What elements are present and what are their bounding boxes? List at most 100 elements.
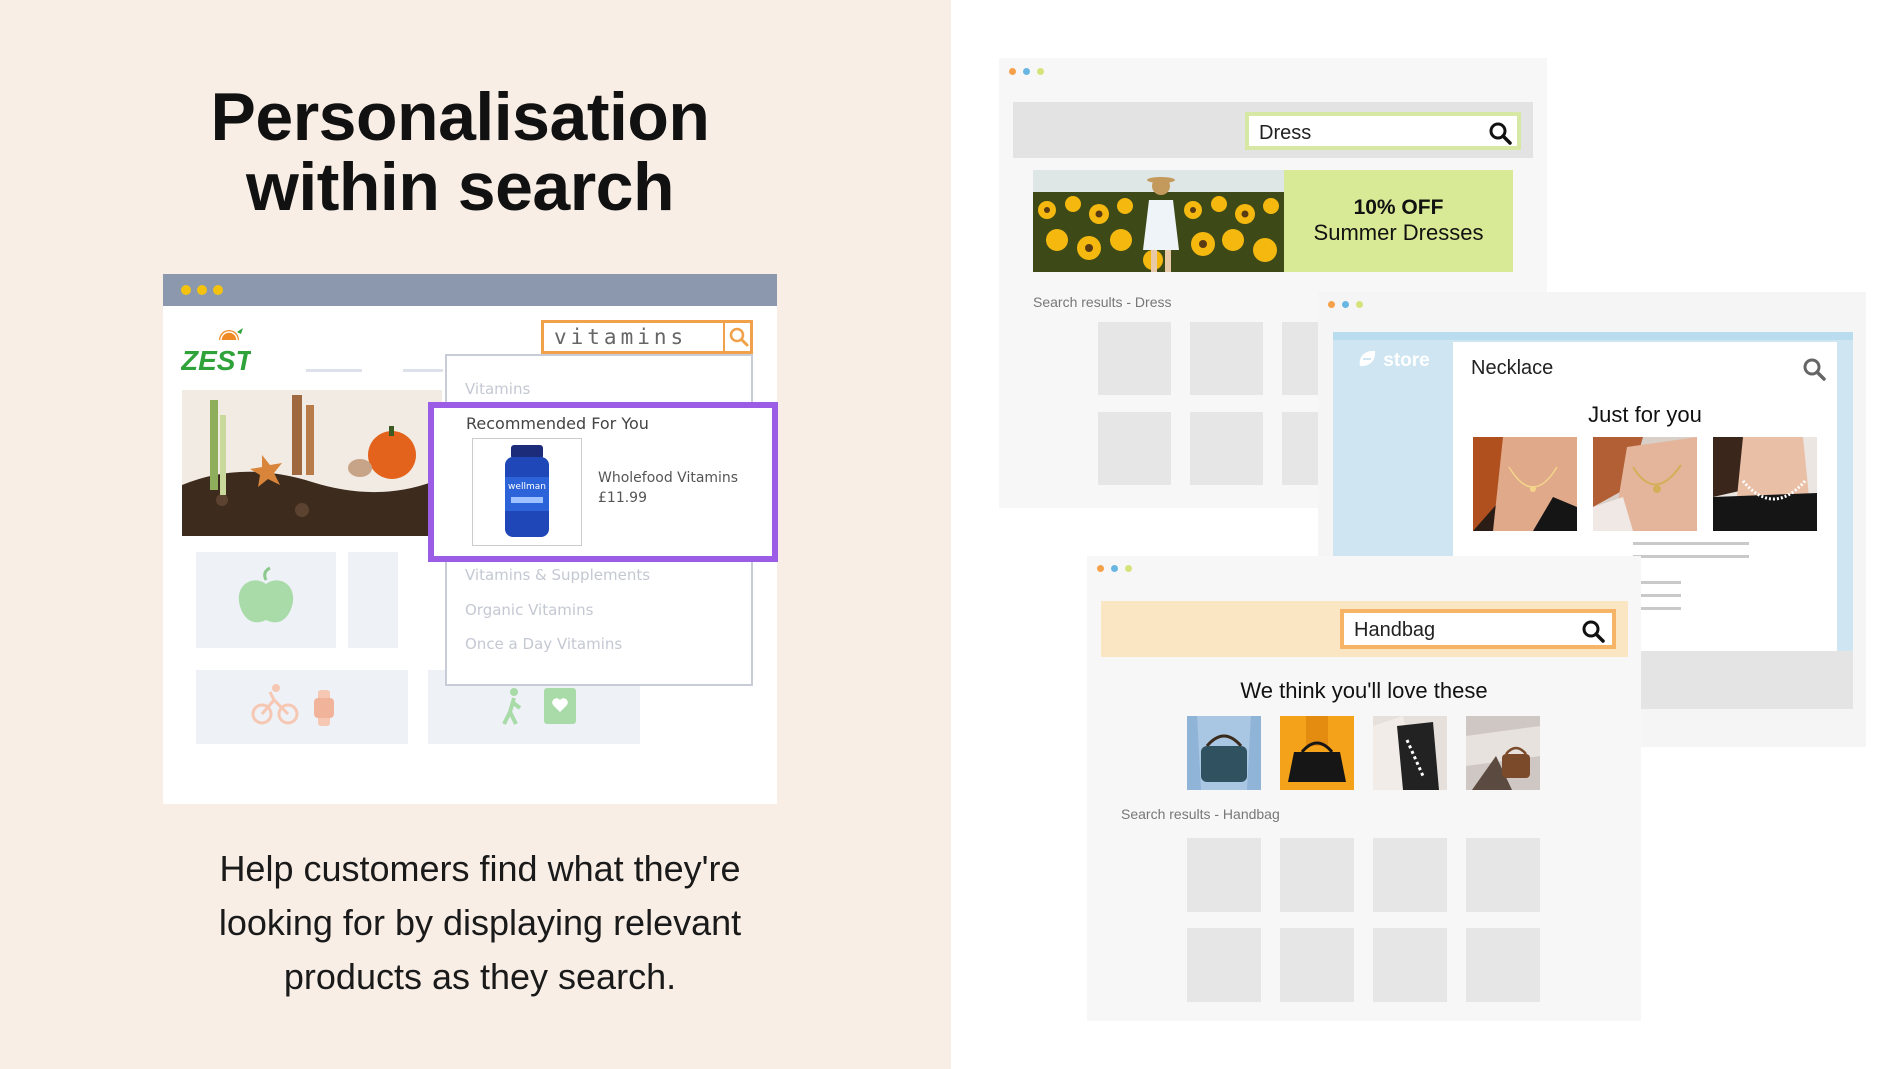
text-line-placeholder <box>1633 555 1749 558</box>
search-icon[interactable] <box>1487 120 1513 146</box>
necklace-product-image[interactable] <box>1593 437 1697 531</box>
window-dot <box>1328 301 1335 308</box>
search-icon[interactable] <box>1580 618 1606 644</box>
sunflower-banner-image[interactable] <box>1033 170 1284 272</box>
handbag-product-image[interactable] <box>1187 716 1261 790</box>
sunflower-field-image <box>1033 170 1284 272</box>
product-placeholder[interactable] <box>1190 412 1263 485</box>
product-placeholder[interactable] <box>1282 412 1318 485</box>
headline: Personalisation within search <box>120 82 800 222</box>
zest-browser-mockup: ZEST vitamins Vitamins Vitamins & Supple… <box>163 274 778 804</box>
promo-discount: 10% OFF <box>1353 196 1444 219</box>
handbag-photo-4 <box>1466 716 1540 790</box>
product-placeholder[interactable] <box>1373 928 1447 1002</box>
necklace-product-image[interactable] <box>1473 437 1577 531</box>
window-dot <box>1009 68 1016 75</box>
search-icon[interactable] <box>1801 356 1827 382</box>
heart-book-icon <box>544 688 576 724</box>
window-dot <box>1037 68 1044 75</box>
leaf-e-icon <box>1359 350 1376 367</box>
headline-line-1: Personalisation <box>210 79 710 155</box>
window-dot <box>1342 301 1349 308</box>
product-placeholder[interactable] <box>1280 928 1354 1002</box>
store-logo-text: store <box>1383 350 1430 371</box>
apple-icon <box>238 566 294 623</box>
category-card[interactable] <box>348 552 398 648</box>
product-placeholder[interactable] <box>1282 322 1318 395</box>
search-results-label: Search results - Dress <box>1033 294 1172 310</box>
headline-line-2: within search <box>245 149 675 225</box>
text-line-placeholder <box>1633 542 1749 545</box>
handbag-photo-3 <box>1373 716 1447 790</box>
necklace-search-value[interactable]: Necklace <box>1471 357 1553 380</box>
handbag-product-image[interactable] <box>1280 716 1354 790</box>
necklace-product-image[interactable] <box>1713 437 1817 531</box>
bicycle-icon <box>251 684 299 725</box>
handbag-product-image[interactable] <box>1373 716 1447 790</box>
product-placeholder[interactable] <box>1187 928 1261 1002</box>
zest-search-button[interactable] <box>723 323 750 351</box>
suggestion-item[interactable]: Vitamins <box>465 380 530 398</box>
window-dot <box>1023 68 1030 75</box>
search-results-label: Search results - Handbag <box>1121 806 1280 822</box>
category-card[interactable] <box>196 670 408 744</box>
suggestion-item[interactable]: Vitamins & Supplements <box>465 566 650 584</box>
browser-title-bar <box>163 274 777 306</box>
zest-logo-graphic: ZEST <box>180 328 255 376</box>
zest-search-value: vitamins <box>554 325 688 349</box>
hero-vegetables-image <box>182 390 442 536</box>
product-price: £11.99 <box>598 490 647 506</box>
handbag-photo-2 <box>1280 716 1354 790</box>
product-placeholder[interactable] <box>1187 838 1261 912</box>
window-dot <box>1097 565 1104 572</box>
category-card[interactable] <box>196 552 336 648</box>
zest-search-input[interactable]: vitamins <box>541 320 753 354</box>
product-brand-label: wellman <box>508 482 546 492</box>
left-panel: Personalisation within search ZEST vitam… <box>0 0 951 1069</box>
window-dot <box>1111 565 1118 572</box>
recommended-highlight-box: Recommended For You wellman Wholefood Vi… <box>428 402 778 562</box>
recommended-title: Recommended For You <box>466 414 649 433</box>
product-placeholder[interactable] <box>1098 322 1171 395</box>
necklace-photo-3 <box>1713 437 1817 531</box>
frame-top-bar <box>1333 332 1853 340</box>
vitamin-bottle-image: wellman <box>505 445 549 537</box>
product-name[interactable]: Wholefood Vitamins <box>598 470 738 486</box>
product-placeholder[interactable] <box>1098 412 1171 485</box>
zest-logo: ZEST <box>180 326 255 376</box>
necklace-photo-2 <box>1593 437 1697 531</box>
window-dot <box>181 285 191 295</box>
dress-search-value: Dress <box>1259 122 1312 144</box>
window-dot <box>1125 565 1132 572</box>
product-placeholder[interactable] <box>1190 322 1263 395</box>
section-title: Just for you <box>1588 402 1702 427</box>
product-image[interactable]: wellman <box>472 438 582 546</box>
store-logo[interactable]: store <box>1356 348 1430 372</box>
product-placeholder[interactable] <box>1466 838 1540 912</box>
zest-logo-text: ZEST <box>181 345 251 376</box>
suggestion-item[interactable]: Once a Day Vitamins <box>465 635 622 653</box>
search-icon <box>729 327 749 347</box>
dress-search-input[interactable]: Dress <box>1245 112 1521 150</box>
vegetables-illustration <box>182 390 442 536</box>
suggestion-item[interactable]: Organic Vitamins <box>465 601 593 619</box>
promo-banner[interactable]: 10% OFF Summer Dresses <box>1284 170 1513 272</box>
necklace-photo-1 <box>1473 437 1577 531</box>
watch-icon <box>314 690 334 726</box>
subtext: Help customers find what they're looking… <box>218 848 742 997</box>
nav-link-placeholder[interactable] <box>306 369 362 372</box>
product-placeholder[interactable] <box>1280 838 1354 912</box>
handbag-search-input[interactable]: Handbag <box>1340 609 1616 649</box>
product-placeholder[interactable] <box>1466 928 1540 1002</box>
window-dot <box>1356 301 1363 308</box>
window-dot <box>213 285 223 295</box>
product-placeholder[interactable] <box>1373 838 1447 912</box>
handbag-photo-1 <box>1187 716 1261 790</box>
nav-link-placeholder[interactable] <box>403 369 443 372</box>
section-title: We think you'll love these <box>1240 678 1488 703</box>
handbag-product-image[interactable] <box>1466 716 1540 790</box>
window-dot <box>197 285 207 295</box>
promo-subtitle: Summer Dresses <box>1313 220 1484 245</box>
handbag-search-value: Handbag <box>1354 619 1436 641</box>
handbag-store-mockup: Handbag We think you'll love these Searc… <box>1087 556 1641 1021</box>
